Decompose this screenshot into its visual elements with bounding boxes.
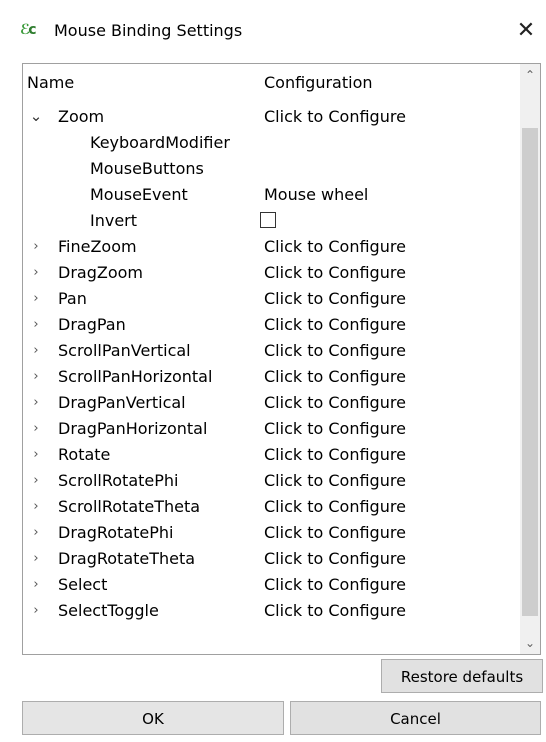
row-config[interactable]: Click to Configure	[264, 520, 406, 546]
tree-row[interactable]: › Pan Click to Configure	[23, 286, 520, 312]
row-name: SelectToggle	[58, 601, 159, 620]
row-config[interactable]: Click to Configure	[264, 416, 406, 442]
row-name: DragPanVertical	[58, 393, 186, 412]
tree-row[interactable]: › ScrollRotateTheta Click to Configure	[23, 494, 520, 520]
chevron-right-icon[interactable]: ›	[29, 312, 43, 338]
row-config[interactable]: Click to Configure	[264, 494, 406, 520]
row-config[interactable]: Click to Configure	[264, 390, 406, 416]
cancel-button[interactable]: Cancel	[290, 701, 541, 735]
chevron-right-icon[interactable]: ›	[29, 260, 43, 286]
tree-rows: ⌄ Zoom Click to Configure KeyboardModifi…	[23, 104, 520, 624]
scroll-down-arrow-icon[interactable]: ⌄	[520, 632, 540, 654]
tree-row[interactable]: › ScrollPanVertical Click to Configure	[23, 338, 520, 364]
row-name: DragPan	[58, 315, 126, 334]
row-name: ScrollRotateTheta	[58, 497, 201, 516]
tree-row[interactable]: › FineZoom Click to Configure	[23, 234, 520, 260]
tree-row[interactable]: › ScrollRotatePhi Click to Configure	[23, 468, 520, 494]
row-name: MouseEvent	[90, 185, 188, 204]
row-name: Pan	[58, 289, 87, 308]
row-name: Invert	[90, 211, 138, 230]
mouse-binding-dialog: ℰc Mouse Binding Settings ✕ Name Configu…	[0, 0, 546, 742]
chevron-right-icon[interactable]: ›	[29, 416, 43, 442]
close-icon[interactable]: ✕	[508, 14, 544, 48]
tree-row-mouse-buttons[interactable]: MouseButtons	[23, 156, 520, 182]
row-name: KeyboardModifier	[90, 133, 230, 152]
chevron-right-icon[interactable]: ›	[29, 286, 43, 312]
tree-row[interactable]: › DragPanHorizontal Click to Configure	[23, 416, 520, 442]
tree-row-keyboard-modifier[interactable]: KeyboardModifier	[23, 130, 520, 156]
tree-row[interactable]: › Rotate Click to Configure	[23, 442, 520, 468]
tree-row-invert[interactable]: Invert	[23, 208, 520, 234]
chevron-right-icon[interactable]: ›	[29, 442, 43, 468]
row-name: DragPanHorizontal	[58, 419, 208, 438]
tree-row[interactable]: › ScrollPanHorizontal Click to Configure	[23, 364, 520, 390]
tree-row[interactable]: › DragPan Click to Configure	[23, 312, 520, 338]
row-value[interactable]: Mouse wheel	[264, 182, 368, 208]
row-name: Zoom	[58, 107, 105, 126]
scroll-up-arrow-icon[interactable]: ⌃	[520, 64, 540, 86]
tree-row[interactable]: › Select Click to Configure	[23, 572, 520, 598]
row-name: MouseButtons	[90, 159, 204, 178]
row-config[interactable]: Click to Configure	[264, 260, 406, 286]
row-config[interactable]: Click to Configure	[264, 312, 406, 338]
tree-row[interactable]: › SelectToggle Click to Configure	[23, 598, 520, 624]
row-config[interactable]: Click to Configure	[264, 364, 406, 390]
row-name: ScrollRotatePhi	[58, 471, 179, 490]
column-header-configuration[interactable]: Configuration	[264, 73, 373, 92]
chevron-right-icon[interactable]: ›	[29, 572, 43, 598]
row-config[interactable]: Click to Configure	[264, 572, 406, 598]
row-name: DragRotateTheta	[58, 549, 196, 568]
invert-checkbox[interactable]	[260, 212, 276, 228]
chevron-right-icon[interactable]: ›	[29, 364, 43, 390]
tree-row[interactable]: › DragZoom Click to Configure	[23, 260, 520, 286]
chevron-down-icon[interactable]: ⌄	[29, 103, 43, 129]
row-name: ScrollPanHorizontal	[58, 367, 213, 386]
title-bar: ℰc Mouse Binding Settings ✕	[0, 0, 546, 62]
bindings-tree[interactable]: Name Configuration ⌄ Zoom Click to Confi…	[22, 63, 541, 655]
row-config[interactable]: Click to Configure	[264, 598, 406, 624]
tree-row[interactable]: › DragRotatePhi Click to Configure	[23, 520, 520, 546]
restore-defaults-button[interactable]: Restore defaults	[381, 659, 543, 693]
tree-row[interactable]: › DragPanVertical Click to Configure	[23, 390, 520, 416]
tree-row-mouse-event[interactable]: MouseEvent Mouse wheel	[23, 182, 520, 208]
tree-row-zoom[interactable]: ⌄ Zoom Click to Configure	[23, 104, 520, 130]
row-config[interactable]: Click to Configure	[264, 442, 406, 468]
chevron-right-icon[interactable]: ›	[29, 520, 43, 546]
row-name: FineZoom	[58, 237, 137, 256]
chevron-right-icon[interactable]: ›	[29, 338, 43, 364]
row-name: ScrollPanVertical	[58, 341, 191, 360]
row-name: DragRotatePhi	[58, 523, 174, 542]
window-title: Mouse Binding Settings	[54, 21, 243, 40]
row-config[interactable]: Click to Configure	[264, 546, 406, 572]
ok-button[interactable]: OK	[22, 701, 284, 735]
row-config[interactable]: Click to Configure	[264, 338, 406, 364]
row-config[interactable]: Click to Configure	[264, 104, 406, 130]
tree-header: Name Configuration	[23, 64, 520, 104]
row-config[interactable]: Click to Configure	[264, 468, 406, 494]
chevron-right-icon[interactable]: ›	[29, 598, 43, 624]
chevron-right-icon[interactable]: ›	[29, 494, 43, 520]
app-logo-icon: ℰc	[20, 22, 37, 38]
column-header-name[interactable]: Name	[27, 73, 74, 92]
tree-row[interactable]: › DragRotateTheta Click to Configure	[23, 546, 520, 572]
row-config[interactable]: Click to Configure	[264, 234, 406, 260]
row-name: DragZoom	[58, 263, 143, 282]
chevron-right-icon[interactable]: ›	[29, 546, 43, 572]
vertical-scrollbar[interactable]: ⌃ ⌄	[520, 64, 540, 654]
chevron-right-icon[interactable]: ›	[29, 234, 43, 260]
row-config[interactable]: Click to Configure	[264, 286, 406, 312]
chevron-right-icon[interactable]: ›	[29, 468, 43, 494]
chevron-right-icon[interactable]: ›	[29, 390, 43, 416]
row-name: Select	[58, 575, 108, 594]
row-name: Rotate	[58, 445, 111, 464]
scrollbar-thumb[interactable]	[522, 128, 538, 616]
